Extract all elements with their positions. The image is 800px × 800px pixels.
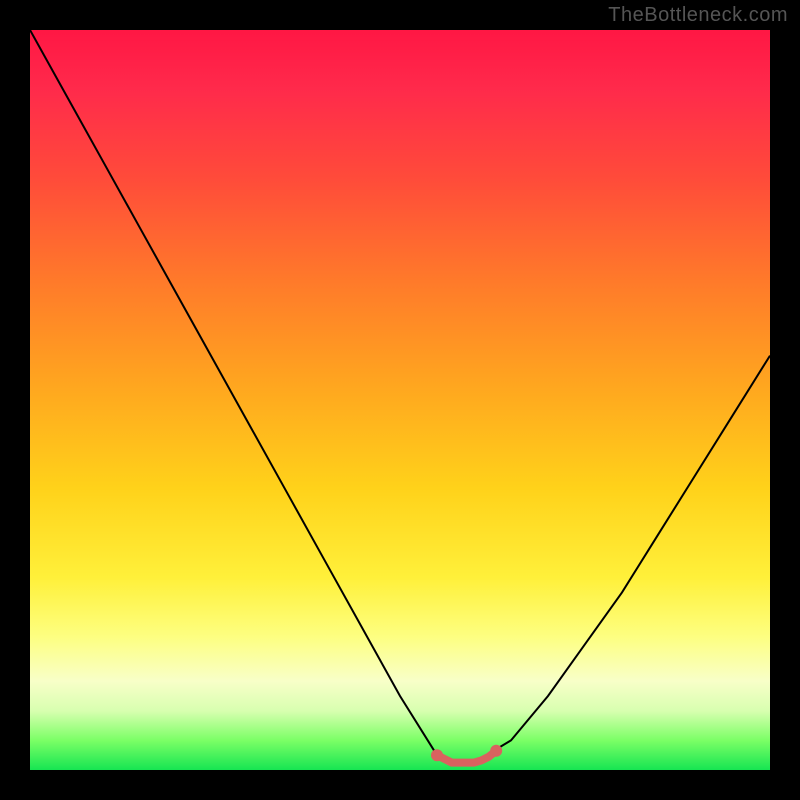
bottleneck-curve-path (30, 30, 770, 763)
optimal-range-start-dot (431, 749, 443, 761)
chart-frame: TheBottleneck.com (0, 0, 800, 800)
optimal-range-end-dot (490, 745, 502, 757)
curve-layer (30, 30, 770, 770)
plot-area (30, 30, 770, 770)
watermark-text: TheBottleneck.com (608, 4, 788, 27)
optimal-range-marker-path (437, 751, 496, 763)
